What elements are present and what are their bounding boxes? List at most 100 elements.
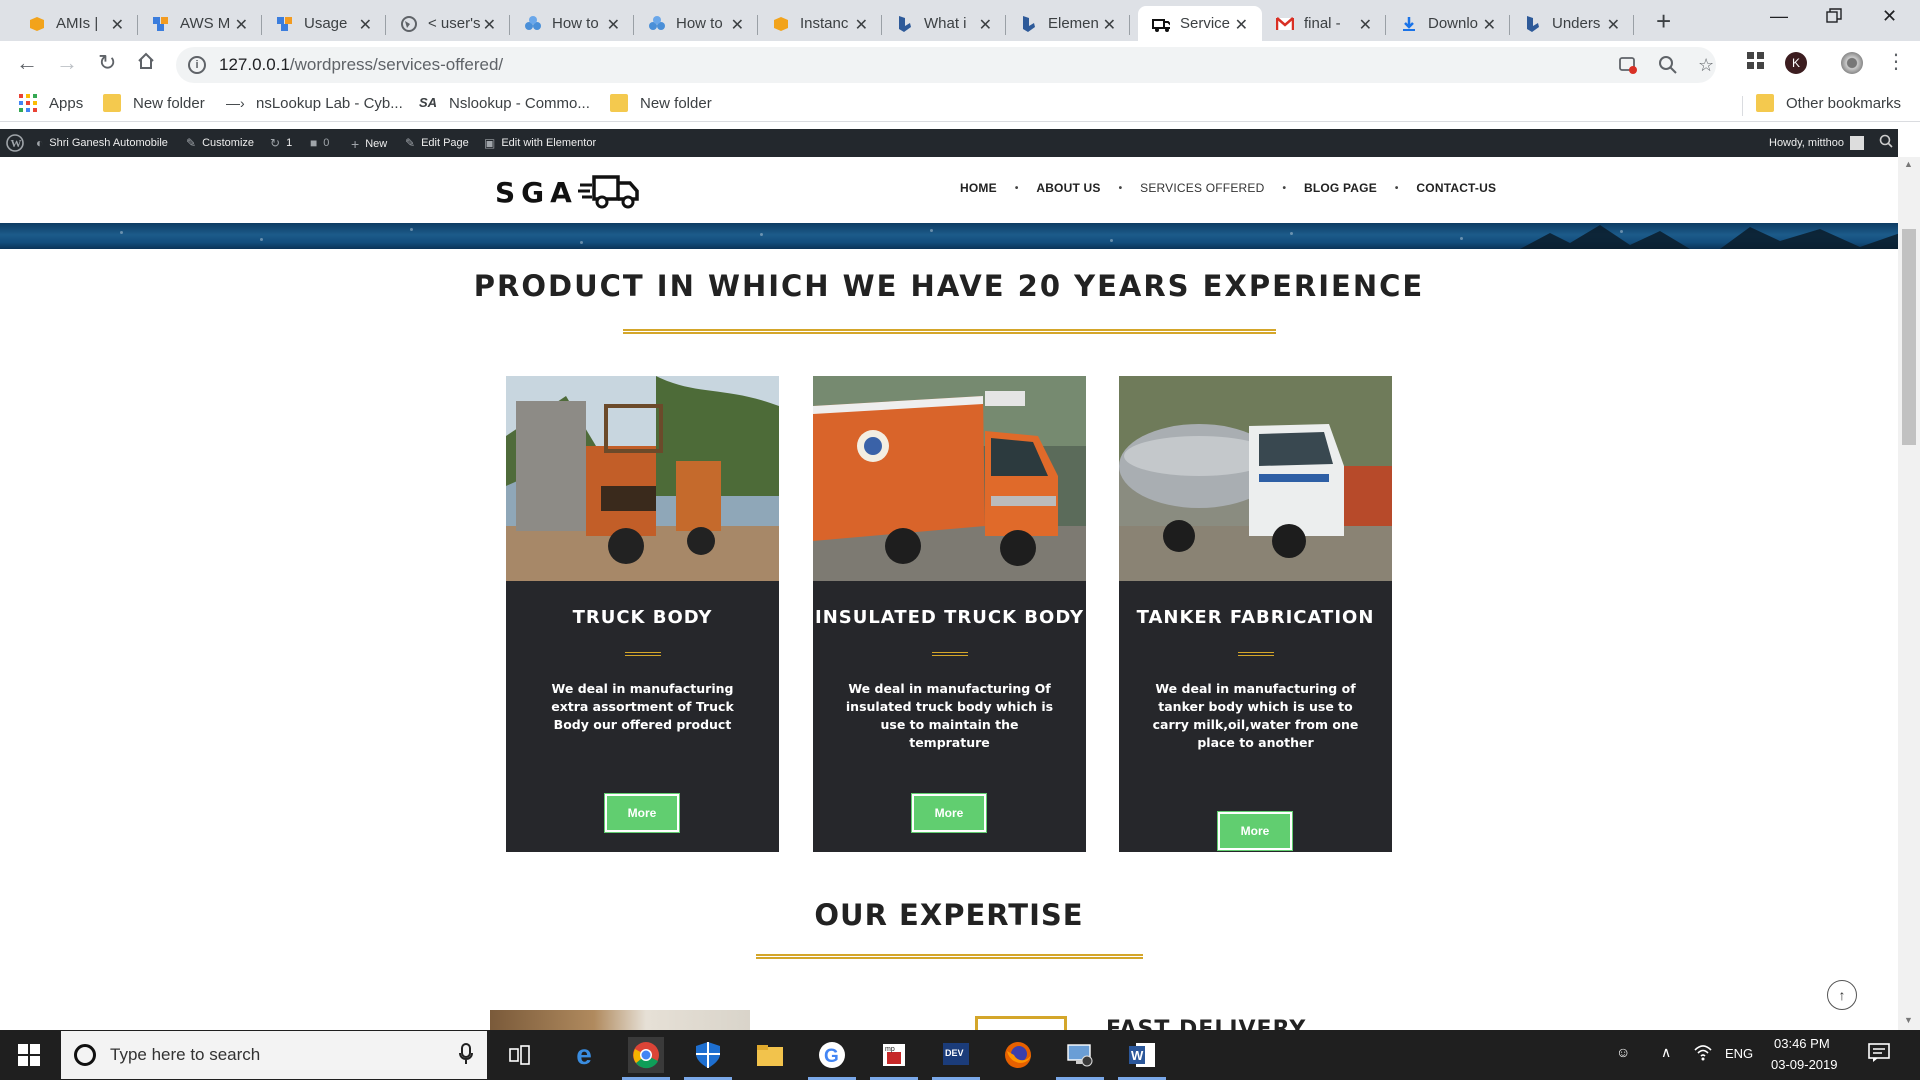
dev-icon[interactable]: DEV <box>932 1037 980 1080</box>
nav-about-us[interactable]: ABOUT US <box>1036 181 1100 195</box>
task-view-icon[interactable] <box>502 1037 538 1073</box>
bookmark-nslookup-lab[interactable]: —› nsLookup Lab - Cyb... <box>226 94 403 112</box>
close-tab-icon[interactable]: ✕ <box>359 15 372 35</box>
reload-button[interactable]: ↻ <box>98 52 116 74</box>
admin-updates[interactable]: ↻ 1 <box>270 136 292 150</box>
browser-tab[interactable]: AMIs | ✕ <box>14 6 138 41</box>
defender-shield-icon[interactable] <box>684 1037 732 1080</box>
people-icon[interactable]: ☺ <box>1616 1044 1630 1060</box>
nav-contact-us[interactable]: CONTACT-US <box>1416 181 1496 195</box>
zoom-icon[interactable] <box>1658 55 1678 80</box>
bookmark-folder[interactable]: New folder <box>610 94 712 112</box>
back-to-top-button[interactable]: ↑ <box>1827 980 1857 1010</box>
tray-expand-icon[interactable]: ∧ <box>1661 1044 1671 1061</box>
edge-icon[interactable]: e <box>566 1037 602 1073</box>
more-button[interactable]: More <box>911 793 987 833</box>
close-tab-icon[interactable]: ✕ <box>1607 15 1620 35</box>
browser-tab-active[interactable]: Service ✕ <box>1138 6 1262 41</box>
tab-title: Downlo <box>1428 15 1479 32</box>
site-info-icon[interactable]: i <box>188 56 206 74</box>
chrome-icon[interactable] <box>622 1037 670 1080</box>
browser-tab[interactable]: AWS M ✕ <box>138 6 262 41</box>
clock-time[interactable]: 03:46 PM <box>1774 1036 1830 1051</box>
windows-start-icon[interactable] <box>18 1044 40 1066</box>
account-avatar[interactable] <box>1841 52 1863 74</box>
close-tab-icon[interactable]: ✕ <box>111 15 124 35</box>
more-button[interactable]: More <box>1217 811 1293 851</box>
close-tab-icon[interactable]: ✕ <box>1483 15 1496 35</box>
menu-dots-icon[interactable]: ⋮ <box>1886 49 1908 73</box>
wifi-icon[interactable] <box>1693 1042 1713 1065</box>
svg-text:G: G <box>824 1046 839 1067</box>
scroll-thumb[interactable] <box>1902 229 1916 445</box>
url-text[interactable]: 127.0.0.1/wordpress/services-offered/ <box>219 55 503 75</box>
bookmark-apps[interactable]: Apps <box>19 94 83 112</box>
admin-comments[interactable]: ■ 0 <box>310 136 329 150</box>
word-icon[interactable]: W <box>1118 1037 1166 1080</box>
browser-tab[interactable]: How to ✕ <box>634 6 758 41</box>
other-bookmarks[interactable]: Other bookmarks <box>1756 94 1901 112</box>
close-tab-icon[interactable]: ✕ <box>483 15 496 35</box>
microphone-icon[interactable] <box>459 1043 473 1070</box>
close-tab-icon[interactable]: ✕ <box>731 15 744 35</box>
browser-tab[interactable]: Elemen ✕ <box>1006 6 1130 41</box>
close-tab-icon[interactable]: ✕ <box>855 15 868 35</box>
browser-tab[interactable]: final - ✕ <box>1262 6 1386 41</box>
back-button[interactable]: ← <box>16 52 38 74</box>
wp-logo-icon[interactable]: W <box>6 134 24 152</box>
close-tab-icon[interactable]: ✕ <box>1103 15 1116 35</box>
browser-tab[interactable]: < user's ✕ <box>386 6 510 41</box>
new-tab-button[interactable]: + <box>1656 8 1671 34</box>
close-tab-icon[interactable]: ✕ <box>607 15 620 35</box>
file-explorer-icon[interactable] <box>752 1037 788 1073</box>
app-icon-red[interactable]: mp <box>870 1037 918 1080</box>
scroll-down-arrow[interactable]: ▼ <box>1904 1015 1913 1025</box>
browser-tab[interactable]: Downlo ✕ <box>1386 6 1510 41</box>
profile-avatar[interactable]: K <box>1785 52 1807 74</box>
bookmark-folder[interactable]: New folder <box>103 94 205 112</box>
scroll-up-arrow[interactable]: ▲ <box>1904 159 1913 169</box>
bookmark-star-icon[interactable]: ☆ <box>1698 55 1714 76</box>
firefox-icon[interactable] <box>1000 1037 1036 1073</box>
admin-edit-page[interactable]: ✎ Edit Page <box>405 136 469 150</box>
browser-tab[interactable]: Usage ✕ <box>262 6 386 41</box>
forward-button[interactable]: → <box>56 52 78 74</box>
browser-tab[interactable]: How to ✕ <box>510 6 634 41</box>
admin-edit-elementor[interactable]: ▣ Edit with Elementor <box>484 136 596 150</box>
extension-grid-icon[interactable] <box>1746 51 1768 73</box>
remote-desktop-icon[interactable] <box>1056 1037 1104 1080</box>
action-center-icon[interactable] <box>1868 1043 1890 1066</box>
browser-tab[interactable]: Instanc ✕ <box>758 6 882 41</box>
address-bar[interactable]: i 127.0.0.1/wordpress/services-offered/ … <box>176 47 1716 83</box>
admin-new[interactable]: + New <box>351 136 387 152</box>
close-tab-icon[interactable]: ✕ <box>235 15 248 35</box>
nav-blog-page[interactable]: BLOG PAGE <box>1304 181 1377 195</box>
close-tab-icon[interactable]: ✕ <box>979 15 992 35</box>
browser-tab[interactable]: What i ✕ <box>882 6 1006 41</box>
admin-search-icon[interactable] <box>1879 134 1893 148</box>
close-tab-icon[interactable]: ✕ <box>1359 15 1372 35</box>
nav-services-offered[interactable]: SERVICES OFFERED <box>1140 181 1264 195</box>
home-button[interactable] <box>136 51 156 75</box>
minimize-button[interactable]: — <box>1770 6 1788 27</box>
site-logo[interactable]: SGA <box>495 171 640 214</box>
close-window-button[interactable]: ✕ <box>1882 6 1897 27</box>
close-tab-icon[interactable]: ✕ <box>1235 15 1248 35</box>
restore-button[interactable] <box>1826 8 1842 29</box>
admin-howdy[interactable]: Howdy, mitthoo <box>1769 136 1864 150</box>
language-indicator[interactable]: ENG <box>1725 1046 1753 1061</box>
page-scrollbar[interactable]: ▲ ▼ <box>1898 157 1920 1030</box>
bookmark-nslookup-commo[interactable]: SA Nslookup - Commo... <box>419 94 590 112</box>
taskbar-search[interactable]: Type here to search <box>61 1031 487 1079</box>
admin-customize[interactable]: ✎ Customize <box>186 136 254 150</box>
aws-cubes-icon <box>152 15 170 33</box>
wp-admin-bar: W ◐ Shri Ganesh Automobile ✎ Customize ↻… <box>0 129 1898 157</box>
admin-site-name[interactable]: ◐ Shri Ganesh Automobile <box>36 136 168 150</box>
clock-date[interactable]: 03-09-2019 <box>1771 1057 1838 1072</box>
more-button[interactable]: More <box>604 793 680 833</box>
bing-icon <box>896 15 914 33</box>
browser-tab[interactable]: Unders ✕ <box>1510 6 1634 41</box>
google-icon[interactable]: G <box>808 1037 856 1080</box>
nav-home[interactable]: HOME <box>960 181 997 195</box>
translate-blocked-icon[interactable] <box>1618 55 1638 80</box>
